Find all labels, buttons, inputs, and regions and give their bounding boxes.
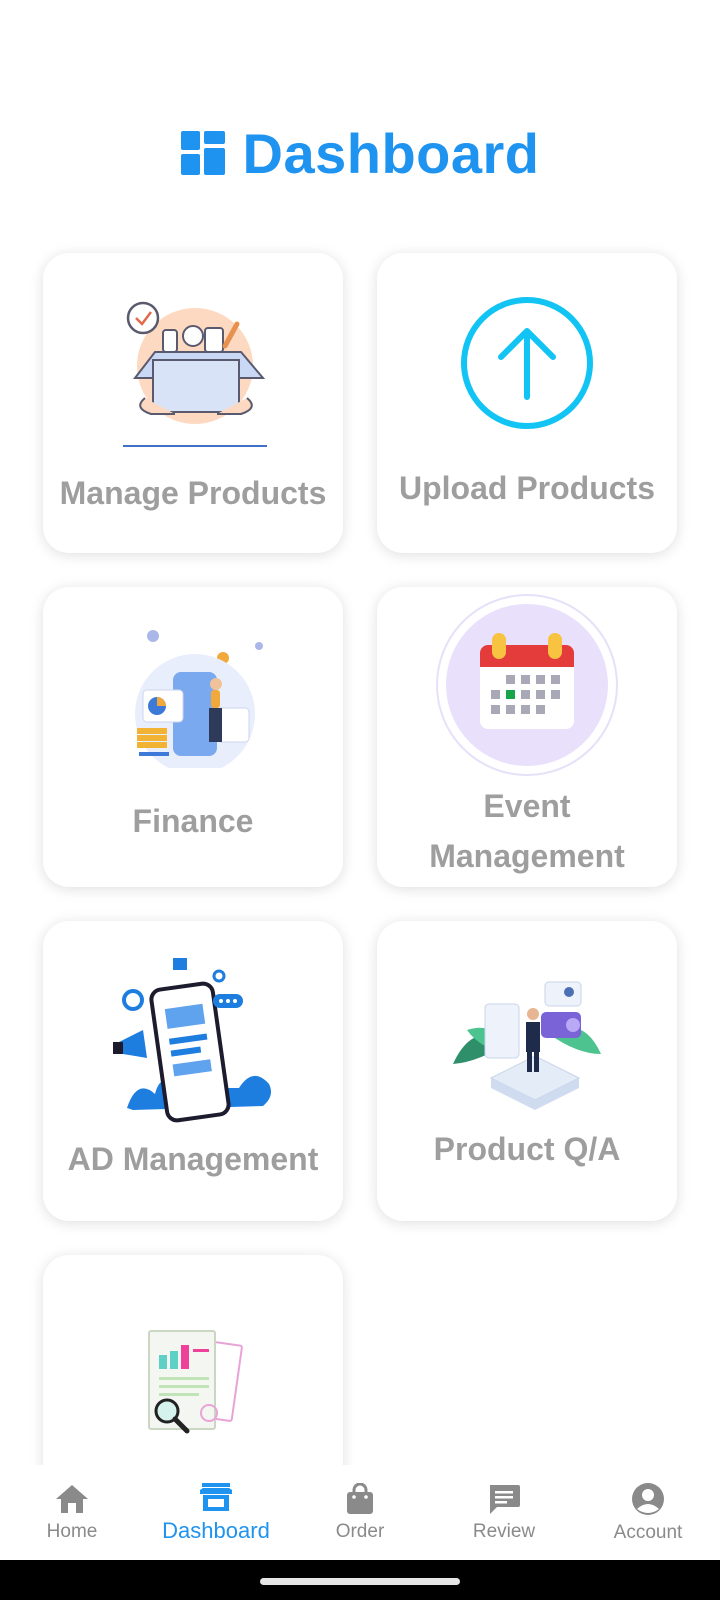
finance-label: Finance — [132, 803, 254, 839]
event-management-label: Event Management — [429, 788, 625, 874]
home-icon — [56, 1484, 88, 1513]
phone-advertising-illustration — [113, 958, 271, 1123]
product-qa-label: Product Q/A — [433, 1131, 621, 1167]
nav-dashboard-label: Dashboard — [162, 1517, 270, 1543]
upload-products-label: Upload Products — [398, 470, 655, 506]
report-card[interactable] — [43, 1255, 343, 1465]
upload-products-card[interactable]: Upload Products — [377, 253, 677, 553]
box-of-products-illustration — [123, 301, 267, 447]
nav-home-label: Home — [46, 1520, 98, 1542]
product-qa-card[interactable]: Product Q/A — [377, 921, 677, 1221]
product-qa-illustration — [453, 981, 601, 1110]
nav-account[interactable]: Account — [576, 1482, 720, 1544]
store-icon — [200, 1482, 232, 1511]
nav-account-label: Account — [613, 1521, 683, 1543]
ad-management-card[interactable]: AD Management — [43, 921, 343, 1221]
event-management-card[interactable]: Event Management — [377, 587, 677, 887]
nav-dashboard[interactable]: Dashboard — [144, 1482, 288, 1544]
nav-order-label: Order — [335, 1520, 385, 1542]
nav-order[interactable]: Order — [288, 1482, 432, 1543]
gesture-handle[interactable] — [260, 1578, 460, 1585]
nav-review-label: Review — [472, 1520, 536, 1542]
manage-products-card[interactable]: Manage Products — [43, 253, 343, 553]
shopping-bag-icon — [347, 1482, 373, 1514]
calendar-icon — [436, 594, 618, 776]
ad-management-label: AD Management — [67, 1141, 319, 1177]
finance-illustration — [135, 630, 263, 768]
finance-card[interactable]: Finance — [43, 587, 343, 887]
dashboard-grid: Manage Products Upload Products Finance … — [0, 0, 720, 1465]
upload-arrow-circle-icon — [461, 297, 593, 429]
manage-products-label: Manage Products — [59, 475, 327, 511]
nav-review[interactable]: Review — [432, 1483, 576, 1543]
nav-home[interactable]: Home — [0, 1483, 144, 1543]
system-navigation-bar — [0, 1560, 720, 1600]
bottom-navigation: Home Dashboard Order Review Account — [0, 1465, 720, 1560]
report-analysis-illustration — [148, 1330, 243, 1434]
chat-bubble-icon — [490, 1484, 520, 1514]
account-circle-icon — [632, 1482, 664, 1515]
